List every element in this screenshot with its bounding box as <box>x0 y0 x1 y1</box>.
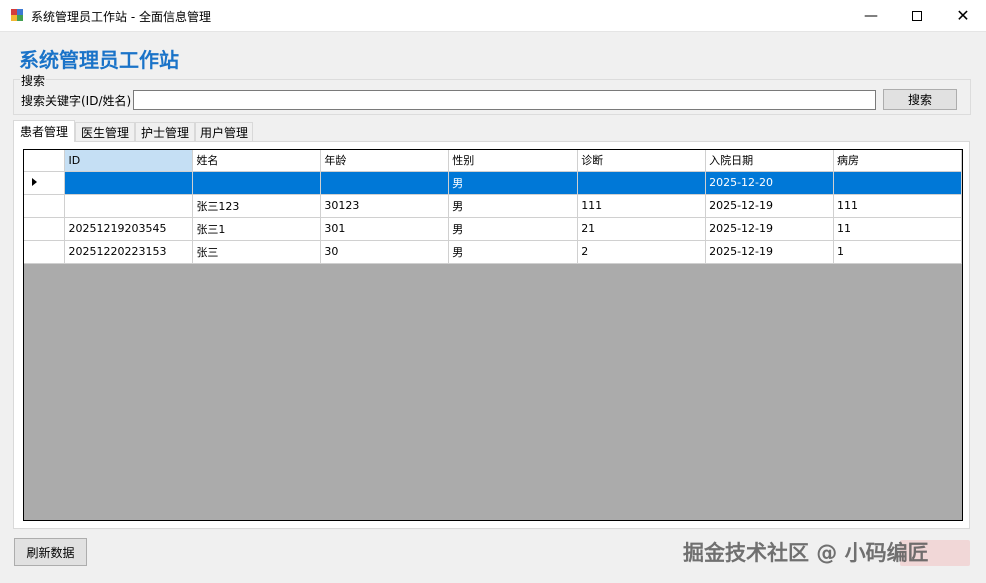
table-cell[interactable] <box>192 171 322 195</box>
table-header-row: ID 姓名 年龄 性别 诊断 入院日期 病房 <box>24 150 962 172</box>
column-header-age[interactable]: 年龄 <box>320 150 450 172</box>
table-cell[interactable]: 2025-12-19 <box>705 217 835 241</box>
table-cell[interactable]: 张三 <box>192 240 322 264</box>
close-icon: ✕ <box>956 6 970 25</box>
column-header-diagnosis[interactable]: 诊断 <box>577 150 707 172</box>
table-cell[interactable] <box>320 171 450 195</box>
table-row[interactable]: 张三123 30123 男 111 2025-12-19 111 <box>24 194 962 218</box>
minimize-button[interactable]: — <box>848 0 894 31</box>
table-row[interactable]: 男 2025-12-20 <box>24 171 962 195</box>
close-button[interactable]: ✕ <box>940 0 986 31</box>
table-cell[interactable]: 30123 <box>320 194 450 218</box>
column-header-ward[interactable]: 病房 <box>833 150 962 172</box>
patient-grid[interactable]: ID 姓名 年龄 性别 诊断 入院日期 病房 男 2025-12-20 张三12… <box>23 149 963 521</box>
table-cell[interactable]: 男 <box>448 194 579 218</box>
table-cell[interactable]: 男 <box>448 240 579 264</box>
table-cell[interactable] <box>64 194 194 218</box>
row-header[interactable] <box>24 217 66 241</box>
table-cell[interactable]: 20251219203545 <box>64 217 194 241</box>
table-cell[interactable]: 2025-12-19 <box>705 240 835 264</box>
tab-patient-management[interactable]: 患者管理 <box>13 120 75 142</box>
table-cell[interactable]: 张三1 <box>192 217 322 241</box>
row-header-corner <box>24 150 66 172</box>
column-header-admission-date[interactable]: 入院日期 <box>705 150 835 172</box>
table-cell[interactable]: 111 <box>577 194 707 218</box>
table-cell[interactable]: 21 <box>577 217 707 241</box>
column-header-id[interactable]: ID <box>64 150 194 172</box>
table-cell[interactable]: 男 <box>448 171 579 195</box>
table-cell[interactable]: 111 <box>833 194 962 218</box>
minimize-icon: — <box>864 7 878 24</box>
watermark: 掘金技术社区 @ 小码编匠 <box>683 541 929 565</box>
search-group-title: 搜索 <box>20 72 47 89</box>
table-cell[interactable]: 张三123 <box>192 194 322 218</box>
search-button[interactable]: 搜索 <box>883 89 957 110</box>
table-cell[interactable]: 2025-12-20 <box>705 171 835 195</box>
row-header[interactable] <box>24 240 66 264</box>
table-cell[interactable]: 20251220223153 <box>64 240 194 264</box>
patient-table: ID 姓名 年龄 性别 诊断 入院日期 病房 男 2025-12-20 张三12… <box>24 150 962 264</box>
search-input[interactable] <box>133 90 876 110</box>
column-header-name[interactable]: 姓名 <box>192 150 322 172</box>
maximize-button[interactable] <box>894 0 940 31</box>
table-row[interactable]: 20251219203545 张三1 301 男 21 2025-12-19 1… <box>24 217 962 241</box>
window-title: 系统管理员工作站 - 全面信息管理 <box>31 10 211 24</box>
current-row-arrow-icon <box>32 178 37 186</box>
row-header[interactable] <box>24 171 66 195</box>
tab-nurse-management[interactable]: 护士管理 <box>135 122 195 141</box>
table-cell[interactable]: 男 <box>448 217 579 241</box>
row-header[interactable] <box>24 194 66 218</box>
table-cell[interactable]: 301 <box>320 217 450 241</box>
tab-doctor-management[interactable]: 医生管理 <box>75 122 135 141</box>
maximize-icon <box>912 10 922 21</box>
table-row[interactable]: 20251220223153 张三 30 男 2 2025-12-19 1 <box>24 240 962 264</box>
tab-user-management[interactable]: 用户管理 <box>195 122 253 141</box>
table-cell[interactable] <box>833 171 962 195</box>
page-heading: 系统管理员工作站 <box>19 48 179 72</box>
table-cell[interactable]: 2025-12-19 <box>705 194 835 218</box>
refresh-data-button[interactable]: 刷新数据 <box>14 538 87 566</box>
app-icon <box>10 8 24 22</box>
search-label: 搜索关键字(ID/姓名) <box>21 94 132 108</box>
title-bar: 系统管理员工作站 - 全面信息管理 — ✕ <box>0 0 986 32</box>
table-cell[interactable] <box>577 171 707 195</box>
table-cell[interactable]: 30 <box>320 240 450 264</box>
table-cell[interactable]: 11 <box>833 217 962 241</box>
table-cell[interactable]: 1 <box>833 240 962 264</box>
column-header-gender[interactable]: 性别 <box>448 150 579 172</box>
table-cell[interactable] <box>64 171 194 195</box>
table-cell[interactable]: 2 <box>577 240 707 264</box>
